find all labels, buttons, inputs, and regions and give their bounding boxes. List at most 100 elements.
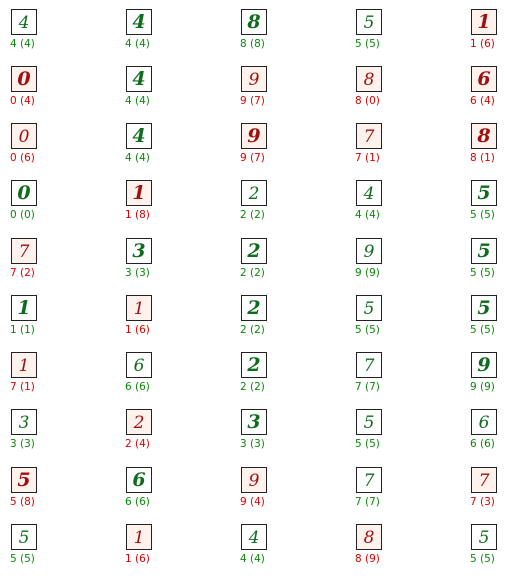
prediction-cell: 4 4 (4) (125, 123, 225, 180)
prediction-cell: 6 6 (6) (125, 352, 225, 409)
prediction-label: 6 (6) (470, 438, 495, 450)
handwritten-digit-image: 5 (479, 528, 490, 548)
digit-thumbnail: 8 (471, 123, 497, 149)
digit-thumbnail: 5 (11, 467, 37, 493)
handwritten-digit-image: 8 (364, 528, 375, 548)
digit-thumbnail: 3 (126, 238, 152, 264)
digit-thumbnail: 1 (126, 180, 152, 206)
digit-glyph: 6 (132, 469, 145, 491)
prediction-label: 1 (6) (125, 553, 150, 565)
digit-glyph: 3 (247, 411, 260, 433)
digit-glyph: 1 (134, 299, 145, 319)
prediction-cell: 2 2 (4) (125, 409, 225, 466)
prediction-cell: 1 7 (1) (10, 352, 110, 409)
handwritten-digit-image: 4 (132, 125, 145, 147)
digit-thumbnail: 4 (126, 66, 152, 92)
prediction-cell: 4 4 (4) (240, 524, 340, 581)
prediction-cell: 5 5 (5) (10, 524, 110, 581)
digit-thumbnail: 5 (356, 9, 382, 35)
handwritten-digit-image: 1 (19, 356, 30, 376)
digit-glyph: 4 (18, 13, 30, 33)
prediction-cell: 1 1 (6) (470, 9, 505, 66)
digit-thumbnail: 1 (471, 9, 497, 35)
digit-thumbnail: 2 (241, 238, 267, 264)
handwritten-digit-image: 5 (364, 13, 375, 33)
prediction-cell: 0 0 (0) (10, 180, 110, 237)
digit-glyph: 4 (132, 68, 145, 90)
handwritten-digit-image: 5 (364, 413, 375, 433)
prediction-cell: 5 5 (5) (470, 295, 505, 352)
handwritten-digit-image: 6 (134, 356, 145, 376)
handwritten-digit-image: 6 (477, 68, 490, 90)
prediction-cell: 4 4 (4) (10, 9, 110, 66)
prediction-cell: 5 5 (8) (10, 467, 110, 524)
prediction-cell: 5 5 (5) (355, 9, 455, 66)
prediction-label: 5 (5) (355, 324, 380, 336)
prediction-cell: 9 9 (7) (240, 66, 340, 123)
digit-glyph: 9 (477, 354, 490, 376)
prediction-cell: 9 9 (4) (240, 467, 340, 524)
digit-thumbnail: 2 (241, 295, 267, 321)
prediction-label: 3 (3) (10, 438, 35, 450)
handwritten-digit-image: 8 (246, 11, 260, 33)
digit-thumbnail: 7 (356, 467, 382, 493)
digit-thumbnail: 3 (11, 409, 37, 435)
digit-glyph: 2 (246, 354, 260, 376)
digit-thumbnail: 1 (126, 295, 152, 321)
handwritten-digit-image: 1 (134, 299, 145, 319)
digit-thumbnail: 5 (356, 295, 382, 321)
digit-glyph: 8 (364, 528, 375, 548)
prediction-label: 5 (5) (470, 324, 495, 336)
handwritten-digit-image: 6 (132, 469, 145, 491)
handwritten-digit-image: 4 (363, 184, 375, 204)
handwritten-digit-image: 8 (364, 70, 375, 90)
handwritten-digit-image: 4 (18, 13, 30, 33)
handwritten-digit-image: 5 (19, 528, 30, 548)
handwritten-digit-image: 7 (364, 471, 375, 491)
digit-glyph: 7 (479, 471, 490, 491)
prediction-label: 2 (2) (240, 381, 265, 393)
prediction-label: 9 (9) (355, 267, 380, 279)
digit-glyph: 3 (19, 413, 30, 433)
digit-glyph: 1 (477, 11, 490, 33)
handwritten-digit-image: 1 (134, 528, 145, 548)
digit-glyph: 9 (364, 242, 375, 262)
digit-glyph: 0 (17, 68, 30, 90)
prediction-label: 5 (8) (10, 496, 35, 508)
handwritten-digit-image: 2 (246, 297, 260, 319)
handwritten-digit-image: 2 (133, 413, 145, 433)
handwritten-digit-image: 0 (19, 127, 30, 147)
handwritten-digit-image: 1 (132, 182, 145, 204)
prediction-cell: 6 6 (4) (470, 66, 505, 123)
digit-thumbnail: 6 (126, 467, 152, 493)
digit-glyph: 0 (19, 127, 30, 147)
digit-glyph: 5 (364, 299, 375, 319)
digit-thumbnail: 9 (471, 352, 497, 378)
digit-thumbnail: 1 (11, 295, 37, 321)
digit-glyph: 1 (134, 528, 145, 548)
prediction-label: 7 (3) (470, 496, 495, 508)
prediction-label: 4 (4) (125, 95, 150, 107)
prediction-label: 8 (1) (470, 152, 495, 164)
handwritten-digit-image: 5 (477, 182, 490, 204)
prediction-label: 3 (3) (240, 438, 265, 450)
prediction-label: 5 (5) (355, 438, 380, 450)
prediction-cell: 4 4 (4) (125, 9, 225, 66)
prediction-cell: 1 1 (8) (125, 180, 225, 237)
prediction-cell: 8 8 (0) (355, 66, 455, 123)
prediction-label: 6 (4) (470, 95, 495, 107)
digit-thumbnail: 7 (356, 352, 382, 378)
prediction-cell: 4 4 (4) (355, 180, 455, 237)
prediction-cell: 3 3 (3) (240, 409, 340, 466)
handwritten-digit-image: 7 (364, 356, 375, 376)
prediction-cell: 6 6 (6) (470, 409, 505, 466)
digit-thumbnail: 8 (241, 9, 267, 35)
digit-glyph: 5 (364, 413, 375, 433)
digit-thumbnail: 9 (241, 123, 267, 149)
prediction-cell: 1 1 (6) (125, 524, 225, 581)
digit-thumbnail: 8 (356, 66, 382, 92)
prediction-label: 5 (5) (470, 209, 495, 221)
prediction-label: 8 (9) (355, 553, 380, 565)
prediction-cell: 7 7 (1) (355, 123, 455, 180)
digit-glyph: 5 (364, 13, 375, 33)
